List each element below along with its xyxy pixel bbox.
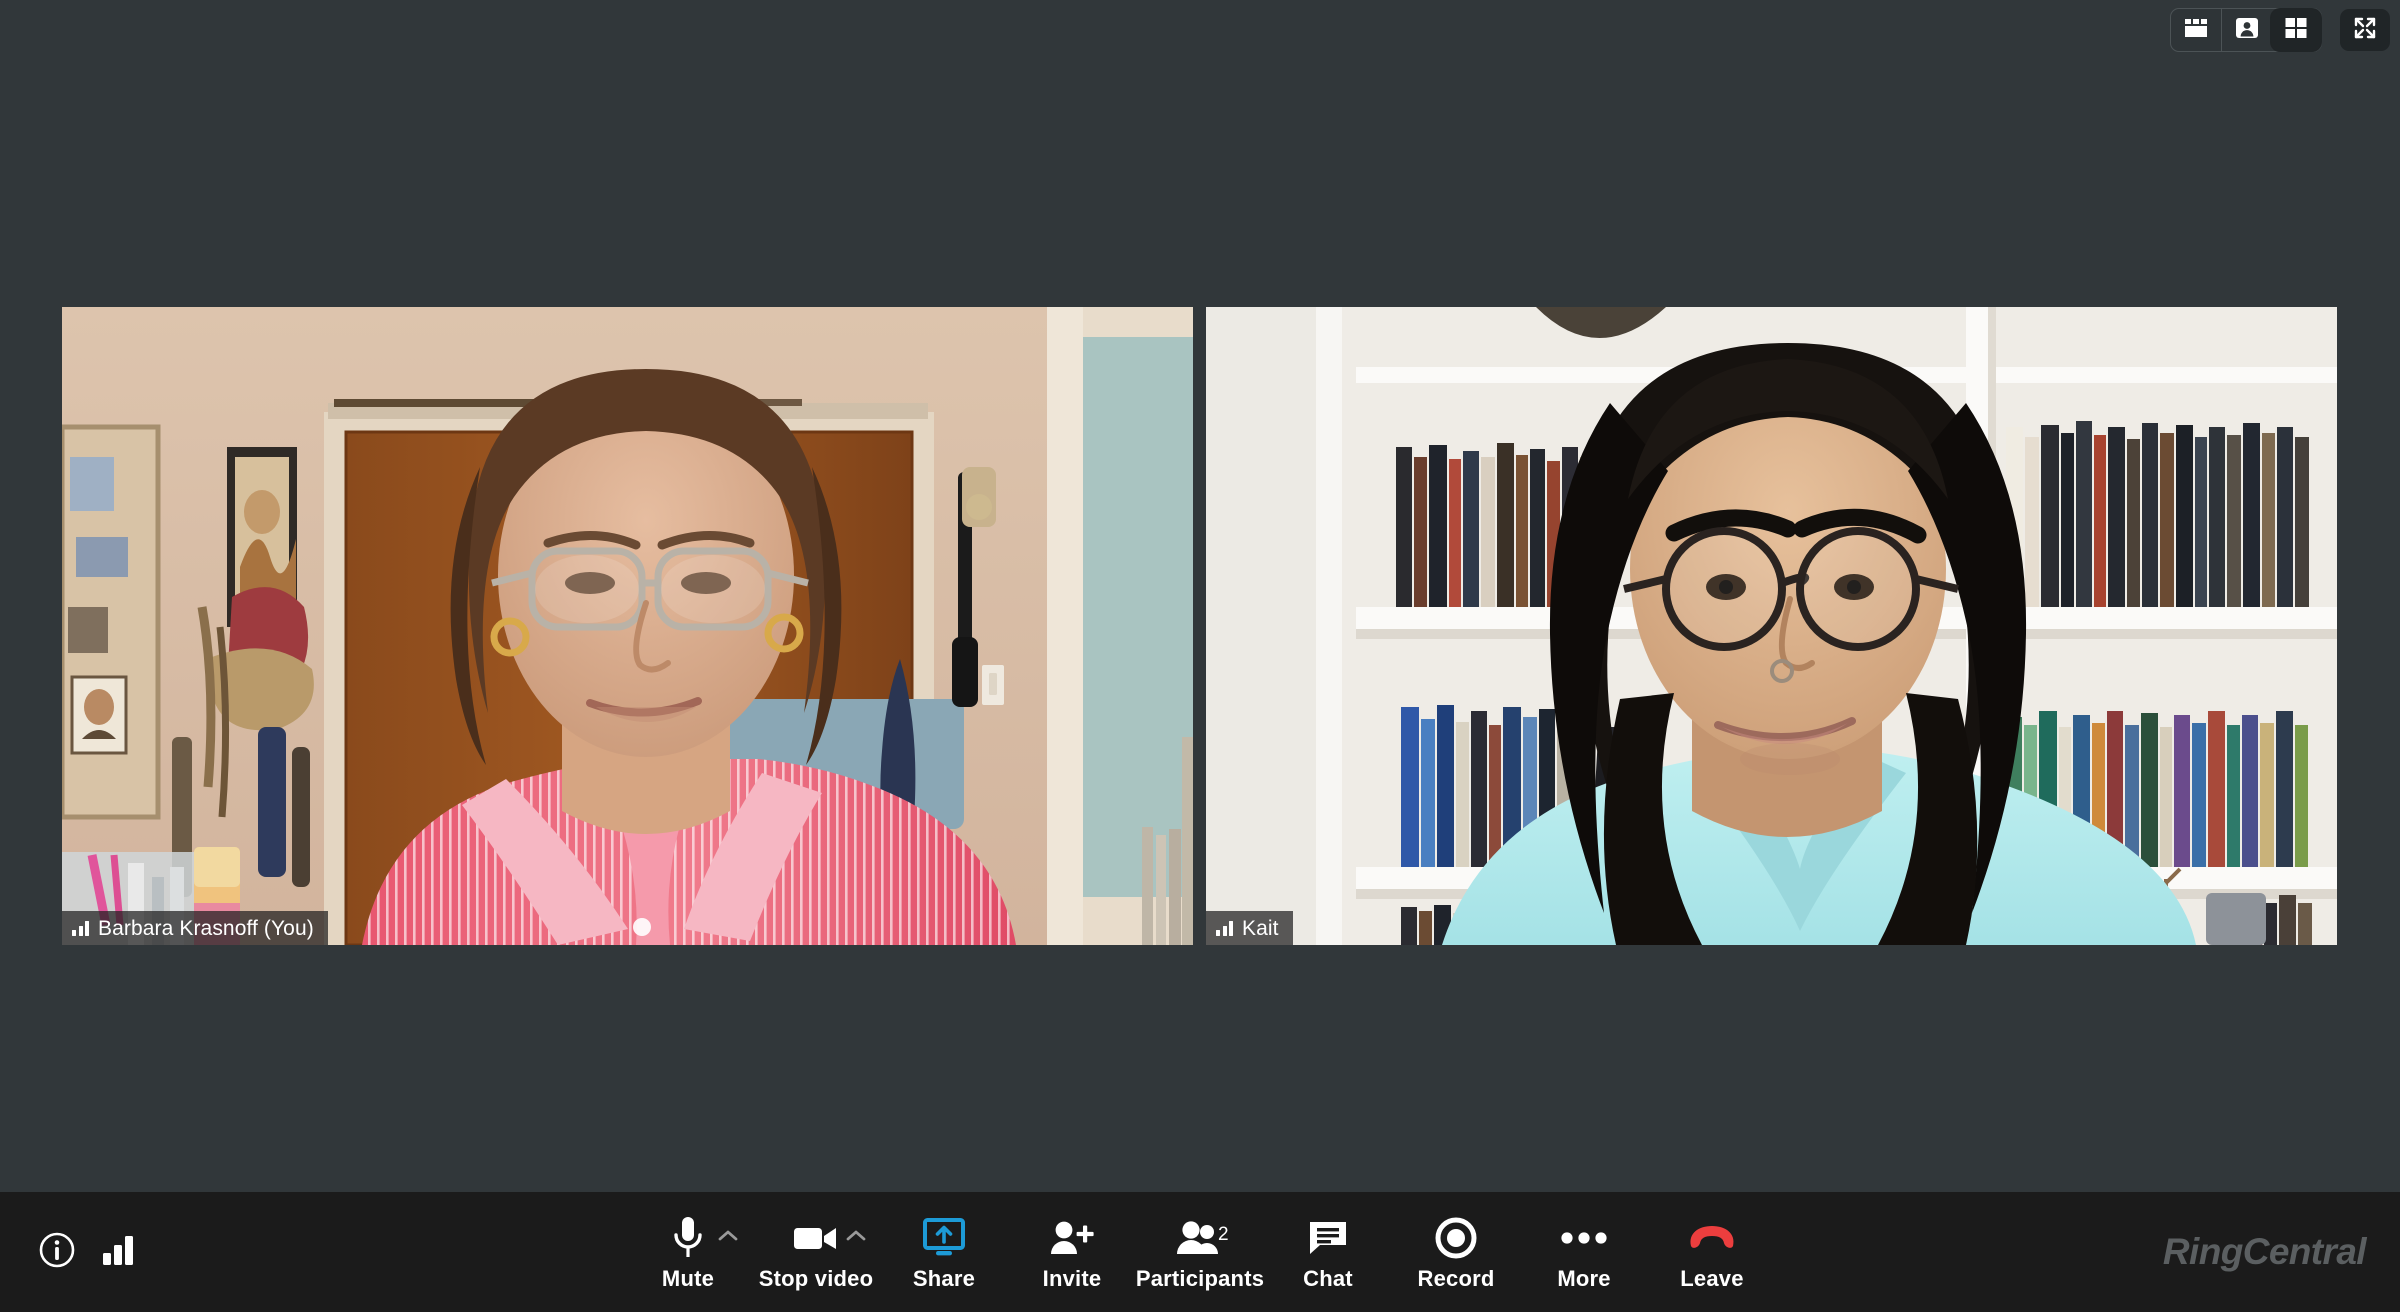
toolbar-left-group: [38, 1192, 136, 1312]
ringcentral-logo: RingCentral: [2162, 1231, 2367, 1273]
person-plus-icon: [1049, 1215, 1095, 1261]
ellipsis-icon: [1561, 1215, 1607, 1261]
layout-mode-group: [2170, 8, 2322, 52]
video-tile[interactable]: Barbara Krasnoff (You): [62, 307, 1193, 945]
share-screen-icon: [923, 1215, 965, 1261]
invite-button[interactable]: Invite: [1008, 1192, 1136, 1312]
meeting-toolbar: Mute Stop video Share Invite 2 Participa…: [0, 1192, 2400, 1312]
leave-label: Leave: [1680, 1265, 1744, 1291]
participants-label: Participants: [1135, 1265, 1265, 1291]
participant-name-badge: Kait: [1206, 911, 1293, 945]
ringcentral-logo-text: RingCentral: [2162, 1231, 2367, 1272]
mute-label: Mute: [661, 1265, 715, 1291]
chat-label: Chat: [1303, 1265, 1353, 1291]
meeting-window: Barbara Krasnoff (You) Kait Mute Stop vi…: [0, 0, 2400, 1312]
stop-video-button[interactable]: Stop video: [752, 1192, 880, 1312]
record-ring-icon: [1435, 1215, 1477, 1261]
speaker-view-icon: [2235, 17, 2259, 44]
participant-name: Kait: [1242, 916, 1279, 940]
participants-button[interactable]: 2 Participants: [1136, 1192, 1264, 1312]
grid-layout-icon: [2284, 17, 2308, 44]
chevron-up-icon[interactable]: [846, 1229, 866, 1247]
fullscreen-icon: [2352, 15, 2378, 46]
filmstrip-layout-icon: [2184, 18, 2208, 43]
stop-video-label: Stop video: [758, 1265, 874, 1291]
signal-bars-icon: [72, 920, 89, 936]
participant-name: Barbara Krasnoff (You): [98, 916, 314, 940]
chat-button[interactable]: Chat: [1264, 1192, 1392, 1312]
video-tile[interactable]: Kait: [1206, 307, 2337, 945]
people-icon: 2: [1176, 1215, 1229, 1261]
video-camera-icon: [792, 1215, 866, 1261]
hangup-phone-icon: [1687, 1215, 1737, 1261]
toolbar-center-group: Mute Stop video Share Invite 2 Participa…: [624, 1192, 1776, 1312]
chevron-up-icon[interactable]: [718, 1229, 738, 1247]
invite-label: Invite: [1042, 1265, 1102, 1291]
info-circle-icon: [38, 1231, 76, 1274]
more-button[interactable]: More: [1520, 1192, 1648, 1312]
participants-count-badge: 2: [1218, 1223, 1229, 1245]
microphone-icon: [670, 1215, 738, 1261]
record-button[interactable]: Record: [1392, 1192, 1520, 1312]
participant-video-feed: [62, 307, 1193, 945]
participant-name-badge: Barbara Krasnoff (You): [62, 911, 328, 945]
speaker-layout-button[interactable]: [2221, 9, 2271, 51]
leave-button[interactable]: Leave: [1648, 1192, 1776, 1312]
connection-quality-button[interactable]: [102, 1235, 136, 1270]
participant-video-feed: [1206, 307, 2337, 945]
more-label: More: [1557, 1265, 1611, 1291]
grid-layout-button[interactable]: [2271, 9, 2321, 51]
signal-bars-icon: [102, 1235, 136, 1270]
signal-bars-icon: [1216, 920, 1233, 936]
video-grid: Barbara Krasnoff (You) Kait: [62, 307, 2337, 945]
layout-controls: [2170, 8, 2390, 52]
mute-button[interactable]: Mute: [624, 1192, 752, 1312]
filmstrip-layout-button[interactable]: [2171, 9, 2221, 51]
record-label: Record: [1417, 1265, 1495, 1291]
share-button[interactable]: Share: [880, 1192, 1008, 1312]
share-label: Share: [912, 1265, 976, 1291]
fullscreen-button[interactable]: [2340, 9, 2390, 51]
chat-bubble-icon: [1307, 1215, 1349, 1261]
meeting-info-button[interactable]: [38, 1231, 76, 1274]
